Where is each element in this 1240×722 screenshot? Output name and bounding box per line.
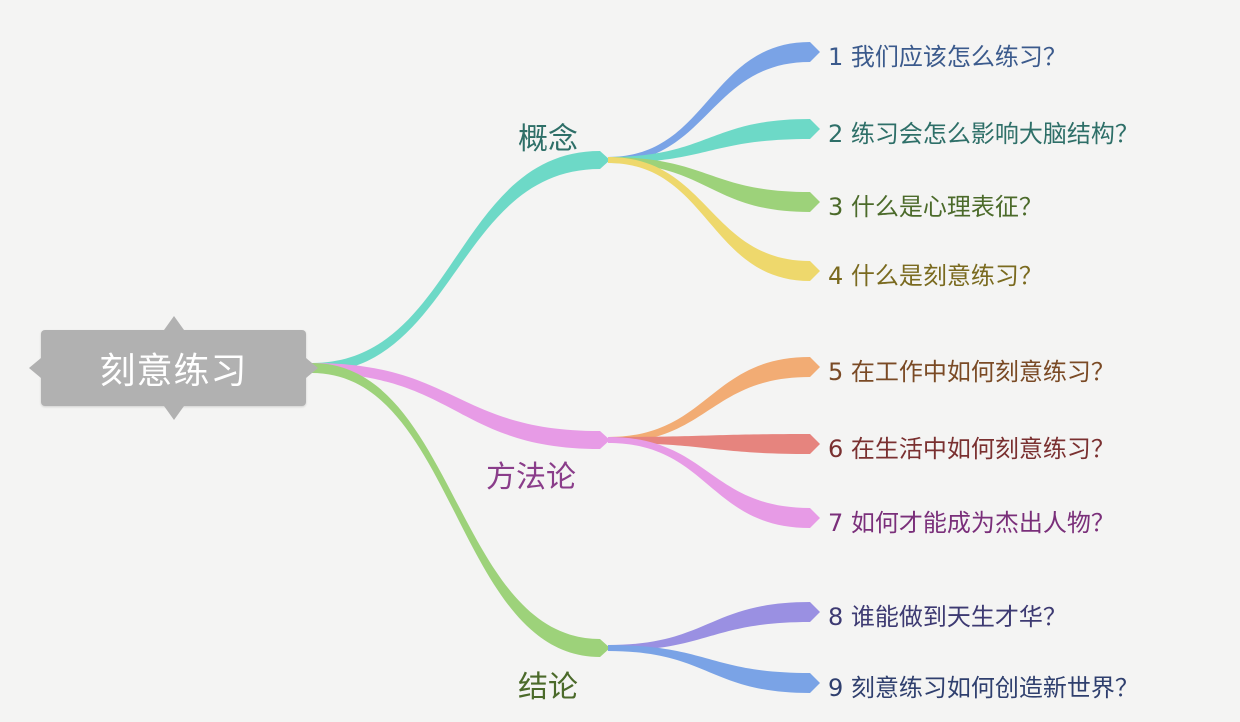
leaf-label-8[interactable]: 8 谁能做到天生才华？: [828, 597, 1067, 632]
root-node[interactable]: 刻意练习: [29, 316, 318, 420]
leaf-connector-arrow-3: [810, 192, 820, 212]
leaf-label-3[interactable]: 3 什么是心理表征？: [828, 187, 1043, 222]
leaf-label-9[interactable]: 9 刻意练习如何创造新世界？: [828, 668, 1139, 703]
root-notch-right: [306, 358, 318, 378]
branch-label-conclusion[interactable]: 结论: [518, 662, 578, 706]
leaf-label-1[interactable]: 1 我们应该怎么练习？: [828, 37, 1067, 72]
leaf-connector-arrow-4: [810, 261, 820, 281]
leaf-label-7[interactable]: 7 如何才能成为杰出人物？: [828, 503, 1115, 538]
root-label: 刻意练习: [99, 351, 248, 392]
leaf-label-6[interactable]: 6 在生活中如何刻意练习？: [828, 429, 1115, 464]
root-notch-bottom: [164, 406, 184, 420]
branch-label-methodology[interactable]: 方法论: [486, 452, 576, 496]
root-notch-top: [164, 316, 184, 330]
leaf-label-2[interactable]: 2 练习会怎么影响大脑结构？: [828, 114, 1139, 149]
leaf-connector-arrow-5: [810, 357, 820, 377]
leaf-connector-arrow-1: [810, 42, 820, 62]
leaf-connector-arrow-8: [810, 602, 820, 622]
leaf-connector-2: [608, 119, 810, 163]
leaf-connector-8: [608, 602, 810, 651]
leaf-connector-9: [608, 645, 810, 693]
leaf-connector-5: [608, 357, 810, 443]
branch-connector-1: [312, 151, 600, 373]
branch-label-concept[interactable]: 概念: [518, 114, 578, 158]
leaf-connector-arrow-7: [810, 508, 820, 528]
leaf-connector-arrow-2: [810, 119, 820, 139]
leaf-connector-arrow-9: [810, 673, 820, 693]
leaf-label-4[interactable]: 4 什么是刻意练习？: [828, 256, 1043, 291]
leaf-label-5[interactable]: 5 在工作中如何刻意练习？: [828, 352, 1115, 387]
root-notch-left: [29, 358, 41, 378]
leaf-connector-arrow-6: [810, 434, 820, 454]
